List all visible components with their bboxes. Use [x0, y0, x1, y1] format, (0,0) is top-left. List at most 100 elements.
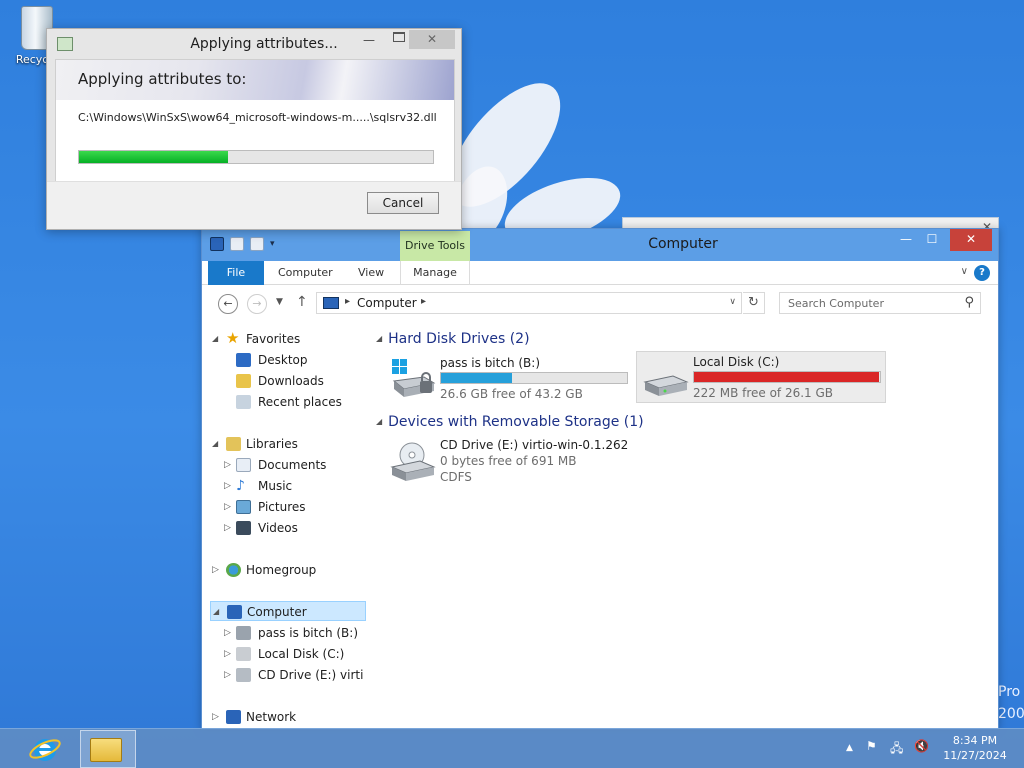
up-button[interactable]: ↑: [296, 294, 308, 310]
collapsed-arrow-icon[interactable]: ▷: [224, 455, 231, 475]
file-explorer-taskbar-button[interactable]: [80, 730, 136, 768]
desktop-watermark-text: Pro: [998, 684, 1021, 700]
tree-item-downloads[interactable]: Downloads: [236, 371, 366, 391]
expanded-arrow-icon[interactable]: ◢: [213, 602, 219, 622]
breadcrumb-separator-icon[interactable]: ▸: [345, 296, 350, 307]
forward-button[interactable]: →: [247, 294, 267, 314]
drive-tile-c[interactable]: Local Disk (C:) 222 MB free of 26.1 GB: [636, 351, 886, 403]
address-bar[interactable]: ▸ Computer ▸ ∨: [316, 292, 742, 314]
explorer-window: ▾ Drive Tools Computer — ☐ ✕ File Comput…: [201, 228, 999, 730]
action-center-flag-icon[interactable]: ⚑: [866, 739, 877, 753]
folder-icon: [90, 738, 122, 762]
computer-icon: [227, 605, 242, 619]
group-collapse-icon[interactable]: ◢: [376, 334, 382, 343]
desktop-watermark-text: 200: [998, 706, 1024, 722]
computer-icon: [323, 297, 339, 309]
pictures-icon: [236, 500, 251, 514]
tree-item-recent-places[interactable]: Recent places: [236, 392, 366, 412]
collapsed-arrow-icon[interactable]: ▷: [224, 665, 231, 685]
cancel-button[interactable]: Cancel: [367, 192, 439, 214]
expand-ribbon-icon[interactable]: ∨: [961, 266, 968, 277]
minimize-button[interactable]: —: [892, 229, 920, 251]
expanded-arrow-icon[interactable]: ◢: [212, 434, 218, 454]
videos-icon: [236, 521, 251, 535]
tree-item-favorites[interactable]: ◢ ★ Favorites: [212, 329, 362, 349]
recent-locations-button[interactable]: ▼: [276, 297, 283, 307]
star-icon: ★: [226, 329, 240, 347]
tree-item-drive-c[interactable]: ▷ Local Disk (C:): [224, 644, 364, 664]
maximize-button[interactable]: ☐: [918, 229, 946, 251]
dialog-header: Applying attributes to:: [56, 60, 454, 100]
breadcrumb-computer[interactable]: Computer: [357, 296, 417, 310]
tree-item-music[interactable]: ▷ ♪ Music: [224, 476, 364, 496]
internet-explorer-icon[interactable]: [28, 732, 62, 766]
tree-item-documents[interactable]: ▷ Documents: [224, 455, 364, 475]
downloads-icon: [236, 374, 251, 388]
collapsed-arrow-icon[interactable]: ▷: [212, 707, 219, 727]
close-button[interactable]: ✕: [950, 229, 992, 251]
tab-view[interactable]: View: [346, 261, 396, 285]
breadcrumb-separator-icon[interactable]: ▸: [421, 296, 426, 307]
search-input[interactable]: Search Computer ⚲: [779, 292, 981, 314]
maximize-button[interactable]: [393, 32, 405, 42]
homegroup-icon: [226, 563, 241, 577]
chevron-down-icon[interactable]: ∨: [729, 297, 736, 307]
progress-bar: [78, 150, 434, 164]
title-bar[interactable]: ▾ Drive Tools Computer — ☐ ✕: [202, 229, 998, 261]
search-icon[interactable]: ⚲: [964, 295, 974, 310]
system-clock[interactable]: 8:34 PM 11/27/2024: [940, 733, 1010, 763]
encrypted-drive-icon: [236, 626, 251, 640]
group-header-removable[interactable]: ◢ Devices with Removable Storage (1): [376, 414, 644, 430]
collapsed-arrow-icon[interactable]: ▷: [224, 518, 231, 538]
collapsed-arrow-icon[interactable]: ▷: [224, 623, 231, 643]
collapsed-arrow-icon[interactable]: ▷: [224, 476, 231, 496]
tab-manage[interactable]: Manage: [400, 261, 470, 285]
network-icon[interactable]: 🖧: [890, 739, 903, 760]
dialog-footer: Cancel: [47, 181, 461, 229]
minimize-button[interactable]: —: [363, 33, 375, 47]
tree-item-pictures[interactable]: ▷ Pictures: [224, 497, 364, 517]
expanded-arrow-icon[interactable]: ◢: [212, 329, 218, 349]
collapsed-arrow-icon[interactable]: ▷: [224, 644, 231, 664]
tree-item-videos[interactable]: ▷ Videos: [224, 518, 364, 538]
group-collapse-icon[interactable]: ◢: [376, 417, 382, 426]
ribbon: File Computer View Manage ∨ ?: [202, 261, 998, 285]
hard-drive-icon: [643, 375, 689, 396]
tree-item-drive-e[interactable]: ▷ CD Drive (E:) virtio-v: [224, 665, 364, 685]
tab-file[interactable]: File: [208, 261, 264, 285]
content-pane: ◢ Hard Disk Drives (2) pass is bitch (B:)…: [372, 325, 998, 729]
show-hidden-icons-icon[interactable]: ▲: [846, 743, 853, 753]
drive-tile-e[interactable]: CD Drive (E:) virtio-win-0.1.262 0 bytes…: [384, 435, 630, 487]
applying-attributes-dialog: Applying attributes... — ✕ Applying attr…: [46, 28, 462, 230]
volume-muted-icon[interactable]: 🔇: [914, 739, 929, 753]
drive-free-space: 0 bytes free of 691 MB: [440, 454, 577, 468]
drive-tile-b[interactable]: pass is bitch (B:) 26.6 GB free of 43.2 …: [384, 353, 630, 405]
current-file-path: C:\Windows\WinSxS\wow64_microsoft-window…: [78, 111, 437, 124]
taskbar: ▲ ⚑ 🖧 🔇 8:34 PM 11/27/2024: [0, 728, 1024, 768]
clock-date: 11/27/2024: [943, 749, 1007, 762]
encrypted-drive-icon: [392, 359, 436, 397]
close-button[interactable]: ✕: [409, 30, 455, 49]
help-icon[interactable]: ?: [974, 265, 990, 281]
tree-item-desktop[interactable]: Desktop: [236, 350, 366, 370]
desktop-icon: [236, 353, 251, 367]
group-header-hard-disks[interactable]: ◢ Hard Disk Drives (2): [376, 331, 530, 347]
tree-item-drive-b[interactable]: ▷ pass is bitch (B:): [224, 623, 364, 643]
tree-item-libraries[interactable]: ◢ Libraries: [212, 434, 362, 454]
recent-places-icon: [236, 395, 251, 409]
drive-usage-bar: [440, 372, 628, 384]
collapsed-arrow-icon[interactable]: ▷: [224, 497, 231, 517]
tree-item-computer[interactable]: ◢ Computer: [210, 601, 366, 621]
clock-time: 8:34 PM: [952, 734, 998, 747]
drive-name: CD Drive (E:) virtio-win-0.1.262: [440, 438, 629, 452]
collapsed-arrow-icon[interactable]: ▷: [212, 560, 219, 580]
hard-drive-icon: [236, 647, 251, 661]
tree-item-homegroup[interactable]: ▷ Homegroup: [212, 560, 362, 580]
search-placeholder: Search Computer: [788, 297, 884, 310]
refresh-button[interactable]: ↻: [743, 292, 765, 314]
tree-item-network[interactable]: ▷ Network: [212, 707, 362, 727]
tab-computer[interactable]: Computer: [266, 261, 345, 285]
back-button[interactable]: ←: [218, 294, 238, 314]
navigation-bar: ← → ▼ ↑ ▸ Computer ▸ ∨ ↻ Search Computer…: [202, 285, 998, 321]
network-icon: [226, 710, 241, 724]
